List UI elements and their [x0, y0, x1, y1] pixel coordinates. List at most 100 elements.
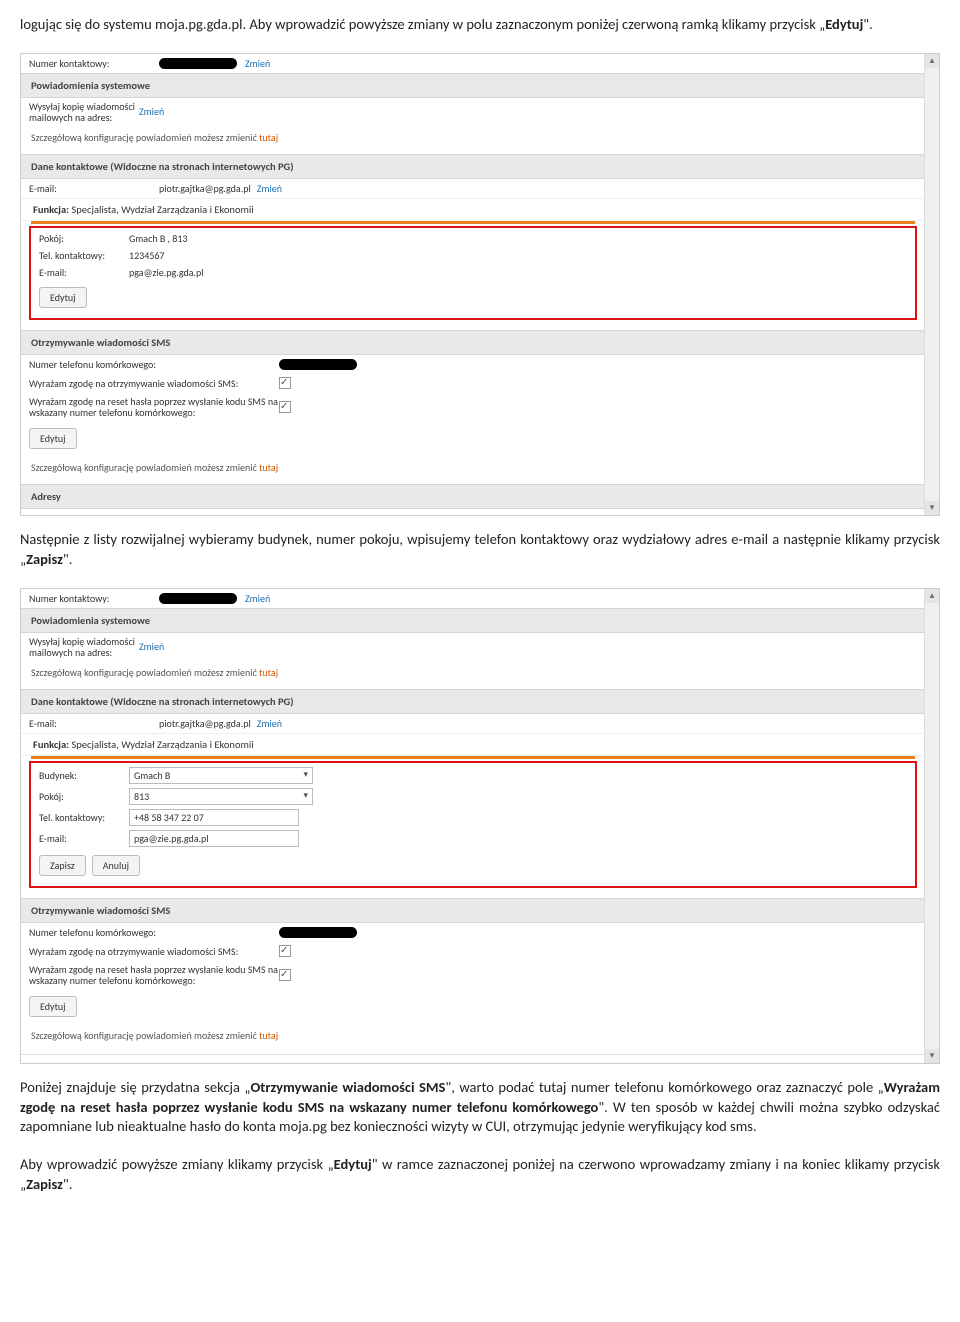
- funkcja-value: Specjalista, Wydział Zarządzania i Ekono…: [71, 738, 253, 751]
- zapisz-button[interactable]: Zapisz: [39, 855, 86, 876]
- doc-paragraph-4: Aby wprowadzić powyższe zmiany klikamy p…: [0, 1155, 960, 1198]
- section-powiadomienia: Powiadomienia systemowe: [21, 608, 925, 633]
- bold: Edytuj: [334, 1155, 372, 1173]
- scrollbar[interactable]: ▴ ▾: [924, 589, 939, 1063]
- tutaj-link[interactable]: tutaj: [259, 666, 278, 679]
- tutaj-link[interactable]: tutaj: [259, 1029, 278, 1042]
- section-sms: Otrzymywanie wiadomości SMS: [21, 330, 925, 355]
- edytuj-button[interactable]: Edytuj: [29, 428, 77, 449]
- config-note-2: Szczegółową konfigurację powiadomień moż…: [21, 456, 925, 484]
- zmien-link[interactable]: Zmień: [245, 592, 270, 605]
- email2-row: E-mail: pga@zie.pg.gda.pl: [33, 264, 913, 281]
- zgoda-reset-label: Wyrażam zgodę na reset hasła poprzez wys…: [29, 396, 279, 418]
- tutaj-link[interactable]: tutaj: [259, 461, 278, 474]
- edytuj-row-2: Edytuj: [21, 989, 925, 1024]
- zgoda-reset-label: Wyrażam zgodę na reset hasła poprzez wys…: [29, 964, 279, 986]
- zgoda-sms-label: Wyrażam zgodę na otrzymywanie wiadomości…: [29, 945, 279, 958]
- section-adresy: Adresy: [21, 484, 925, 509]
- tel-label: Tel. kontaktowy:: [39, 249, 129, 262]
- text: Następnie z listy rozwijalnej wybieramy …: [20, 530, 940, 568]
- doc-paragraph-3: Poniżej znajduje się przydatna sekcja „O…: [0, 1078, 960, 1141]
- doc-paragraph-1: logując się do systemu moja.pg.gda.pl. A…: [0, 15, 960, 39]
- edytuj-row-2: Edytuj: [21, 421, 925, 456]
- zmien-link[interactable]: Zmień: [139, 105, 164, 118]
- tel-row: Tel. kontaktowy: +48 58 347 22 07: [33, 807, 913, 828]
- section-dane-kontaktowe: Dane kontaktowe (Widoczne na stronach in…: [21, 154, 925, 179]
- zgoda-reset-row: Wyrażam zgodę na reset hasła poprzez wys…: [21, 961, 925, 989]
- buttons-row: Zapisz Anuluj: [33, 849, 913, 882]
- scroll-down-icon[interactable]: ▾: [925, 501, 939, 515]
- email2-value: pga@zie.pg.gda.pl: [129, 266, 204, 279]
- zmien-link[interactable]: Zmień: [245, 57, 270, 70]
- zmien-link[interactable]: Zmień: [257, 717, 282, 730]
- section-dane-kontaktowe: Dane kontaktowe (Widoczne na stronach in…: [21, 689, 925, 714]
- text: ", warto podać tutaj numer telefonu komó…: [445, 1078, 883, 1096]
- text: Szczegółową konfigurację powiadomień moż…: [31, 1029, 259, 1042]
- doc-paragraph-2: Następnie z listy rozwijalnej wybieramy …: [0, 530, 960, 573]
- budynek-label: Budynek:: [39, 769, 129, 782]
- zgoda-reset-row: Wyrażam zgodę na reset hasła poprzez wys…: [21, 393, 925, 421]
- scroll-up-icon[interactable]: ▴: [925, 589, 939, 603]
- funkcja-label: Funkcja:: [33, 738, 69, 751]
- text: Szczegółową konfigurację powiadomień moż…: [31, 461, 259, 474]
- checkbox-zgoda-sms[interactable]: [279, 945, 291, 957]
- pokoj-label: Pokój:: [39, 232, 129, 245]
- email-label: E-mail:: [29, 717, 159, 730]
- pokoj-label: Pokój:: [39, 790, 129, 803]
- budynek-row: Budynek: Gmach B: [33, 765, 913, 786]
- email-input[interactable]: pga@zie.pg.gda.pl: [129, 830, 299, 847]
- tel-row: Tel. kontaktowy: 1234567: [33, 247, 913, 264]
- zgoda-sms-label: Wyrażam zgodę na otrzymywanie wiadomości…: [29, 377, 279, 390]
- numer-kontaktowy-row: Numer kontaktowy: Zmień: [21, 54, 925, 73]
- funkcja-value: Specjalista, Wydział Zarządzania i Ekono…: [71, 203, 253, 216]
- orange-divider: [31, 221, 915, 224]
- zgoda-sms-row: Wyrażam zgodę na otrzymywanie wiadomości…: [21, 942, 925, 961]
- email-label: E-mail:: [29, 182, 159, 195]
- checkbox-zgoda-sms[interactable]: [279, 377, 291, 389]
- scroll-down-icon[interactable]: ▾: [925, 1049, 939, 1063]
- red-highlight-box-2: Budynek: Gmach B Pokój: 813 Tel. kontakt…: [29, 761, 917, 888]
- text: logując się do systemu moja.pg.gda.pl. A…: [20, 15, 825, 33]
- numer-kom-row: Numer telefonu komórkowego:: [21, 923, 925, 942]
- email-row: E-mail: piotr.gajtka@pg.gda.pl Zmień: [21, 179, 925, 198]
- scroll-up-icon[interactable]: ▴: [925, 54, 939, 68]
- anuluj-button[interactable]: Anuluj: [92, 855, 140, 876]
- edytuj-button[interactable]: Edytuj: [39, 287, 87, 308]
- zgoda-sms-row: Wyrażam zgodę na otrzymywanie wiadomości…: [21, 374, 925, 393]
- tel-value: 1234567: [129, 249, 164, 262]
- checkbox-zgoda-reset[interactable]: [279, 969, 291, 981]
- zmien-link[interactable]: Zmień: [257, 182, 282, 195]
- funkcja-label: Funkcja:: [33, 203, 69, 216]
- email-value: piotr.gajtka@pg.gda.pl: [159, 182, 251, 195]
- section-powiadomienia: Powiadomienia systemowe: [21, 73, 925, 98]
- email-label: E-mail:: [39, 832, 129, 845]
- config-note: Szczegółową konfigurację powiadomień moż…: [21, 126, 925, 154]
- redacted-phone: [159, 58, 237, 69]
- pokoj-select[interactable]: 813: [129, 788, 313, 805]
- zmien-link[interactable]: Zmień: [139, 640, 164, 653]
- checkbox-zgoda-reset[interactable]: [279, 401, 291, 413]
- red-highlight-box-1: Pokój: Gmach B , 813 Tel. kontaktowy: 12…: [29, 226, 917, 320]
- email-row: E-mail: piotr.gajtka@pg.gda.pl Zmień: [21, 714, 925, 733]
- config-note-2: Szczegółową konfigurację powiadomień moż…: [21, 1024, 925, 1052]
- numer-kom-label: Numer telefonu komórkowego:: [29, 358, 279, 371]
- redacted-phone: [279, 927, 357, 938]
- tutaj-link[interactable]: tutaj: [259, 131, 278, 144]
- text: ".: [63, 550, 72, 568]
- pokoj-value: Gmach B , 813: [129, 232, 188, 245]
- text: Szczegółową konfigurację powiadomień moż…: [31, 131, 259, 144]
- screenshot-1: Numer kontaktowy: Zmień Powiadomienia sy…: [20, 53, 940, 516]
- wysylaj-kopie-row: Wysyłaj kopię wiadomości mailowych na ad…: [21, 633, 925, 661]
- wysylaj-kopie-label: Wysyłaj kopię wiadomości mailowych na ad…: [29, 636, 139, 658]
- numer-kontaktowy-row: Numer kontaktowy: Zmień: [21, 589, 925, 608]
- config-note: Szczegółową konfigurację powiadomień moż…: [21, 661, 925, 689]
- tel-input[interactable]: +48 58 347 22 07: [129, 809, 299, 826]
- redacted-phone: [159, 593, 237, 604]
- text: Szczegółową konfigurację powiadomień moż…: [31, 666, 259, 679]
- tel-label: Tel. kontaktowy:: [39, 811, 129, 824]
- scrollbar[interactable]: ▴ ▾: [924, 54, 939, 515]
- numer-kontaktowy-label: Numer kontaktowy:: [29, 57, 159, 70]
- budynek-select[interactable]: Gmach B: [129, 767, 313, 784]
- text: Poniżej znajduje się przydatna sekcja „: [20, 1078, 250, 1096]
- edytuj-button[interactable]: Edytuj: [29, 996, 77, 1017]
